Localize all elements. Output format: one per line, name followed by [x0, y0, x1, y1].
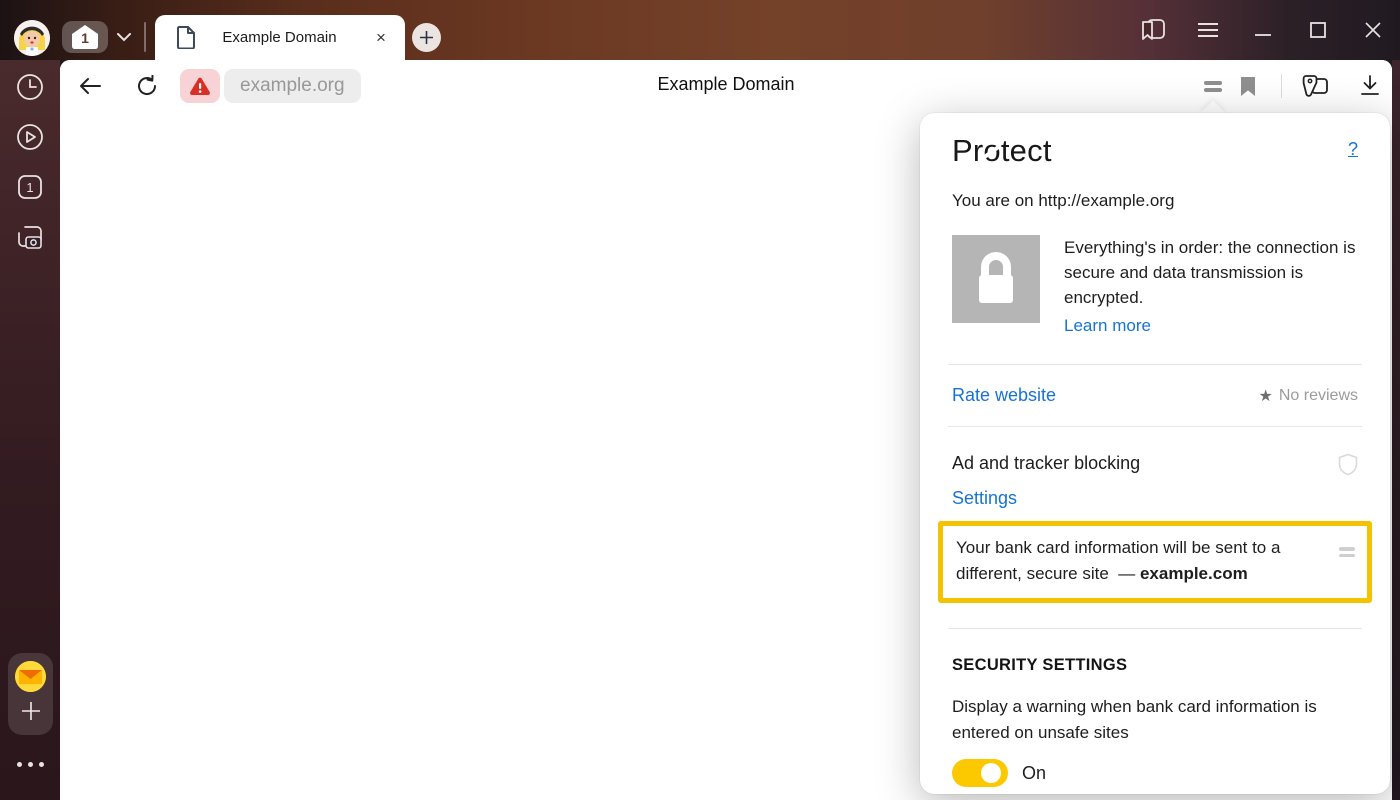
chrome-separator — [144, 22, 146, 52]
dot — [17, 762, 22, 767]
warning-toggle[interactable] — [952, 759, 1008, 787]
navigation-toolbar: example.org Example Domain — [60, 60, 1392, 112]
active-tab[interactable]: Example Domain × — [155, 15, 405, 60]
em-dash: — — [1118, 564, 1135, 583]
pinned-apps-dock — [8, 653, 53, 735]
toggle-state-label: On — [1022, 763, 1046, 784]
warning-triangle-icon — [189, 77, 211, 96]
profile-avatar[interactable] — [14, 20, 50, 56]
screenshot-button[interactable] — [16, 223, 44, 251]
tabs-count-icon: 1 — [17, 174, 43, 200]
dot — [39, 762, 44, 767]
divider — [948, 426, 1362, 427]
tab-close-button[interactable]: × — [367, 24, 395, 52]
connection-status-text: Everything's in order: the connection is… — [1064, 235, 1358, 310]
minimize-icon — [1253, 20, 1273, 40]
tab-list-dropdown[interactable] — [112, 26, 136, 48]
secure-status-tile — [952, 235, 1040, 323]
close-window-button[interactable] — [1345, 0, 1400, 60]
title-bar: 1 Example Domain × — [0, 0, 1400, 60]
learn-more-link[interactable]: Learn more — [1064, 316, 1151, 336]
yandex-mail-icon[interactable] — [15, 661, 46, 692]
browser-menu-button[interactable] — [1180, 0, 1235, 60]
divider — [948, 628, 1362, 629]
chevron-down-icon — [117, 33, 131, 42]
adblock-label: Ad and tracker blocking — [952, 453, 1140, 474]
downloads-button[interactable] — [1354, 70, 1386, 102]
tab-counter[interactable]: 1 — [62, 21, 108, 53]
sidebar-more-button[interactable] — [0, 762, 60, 767]
toggle-knob — [981, 763, 1001, 783]
back-button[interactable] — [74, 70, 106, 102]
screenshot-camera-icon — [16, 224, 44, 250]
browser-window: 1 Example Domain × — [0, 0, 1400, 800]
page-icon — [177, 26, 196, 49]
bank-card-notice-highlight[interactable]: Your bank card information will be sent … — [938, 521, 1372, 603]
current-site-text: You are on http://example.org — [952, 191, 1358, 211]
media-button[interactable] — [16, 123, 44, 151]
toolbar-separator — [1281, 74, 1282, 98]
panel-title: Protect — [952, 133, 1052, 169]
tab-counter-value: 1 — [72, 25, 98, 49]
plus-icon — [21, 701, 41, 721]
reload-icon — [136, 75, 158, 97]
reload-button[interactable] — [131, 70, 163, 102]
lock-icon — [972, 252, 1020, 306]
tab-title: Example Domain — [196, 29, 367, 46]
tabs-panel-button[interactable]: 1 — [16, 173, 44, 201]
sidebar-tab-count: 1 — [26, 180, 33, 195]
warning-setting-description: Display a warning when bank card informa… — [952, 694, 1358, 746]
extensions-tag-icon — [1300, 73, 1330, 99]
history-button[interactable] — [16, 73, 44, 101]
hamburger-menu-icon — [1197, 22, 1219, 38]
close-icon — [1363, 20, 1383, 40]
chrome-right-edge — [1392, 60, 1400, 800]
address-bar-url: example.org — [240, 75, 345, 97]
download-icon — [1360, 75, 1380, 97]
protect-panel: Protect ? You are on http://example.org … — [920, 113, 1390, 794]
maximize-button[interactable] — [1290, 0, 1345, 60]
play-icon — [16, 123, 44, 151]
dot — [28, 762, 33, 767]
bookmark-icon — [1240, 76, 1256, 97]
reviews-count-text: No reviews — [1279, 387, 1358, 405]
security-settings-header: SECURITY SETTINGS — [952, 656, 1358, 675]
protect-logo-o: o — [983, 133, 1000, 169]
toolbar-page-title: Example Domain — [657, 74, 794, 95]
protect-panel-button[interactable] — [1197, 70, 1229, 102]
protect-mini-icon — [1339, 544, 1355, 587]
new-tab-button[interactable] — [412, 23, 441, 52]
maximize-icon — [1308, 20, 1328, 40]
panels-bookmark-icon — [1140, 18, 1166, 42]
clock-icon — [16, 73, 44, 101]
reviews-summary: ★ No reviews — [1259, 386, 1358, 406]
side-panels-button[interactable] — [1125, 0, 1180, 60]
rate-website-link[interactable]: Rate website — [952, 385, 1056, 406]
help-link[interactable]: ? — [1348, 139, 1358, 160]
shield-icon — [1338, 453, 1358, 476]
bank-card-notice-text: Your bank card information will be sent … — [956, 535, 1329, 587]
bookmark-button[interactable] — [1232, 70, 1264, 102]
sidebar: 1 — [0, 60, 60, 800]
protect-icon — [1204, 78, 1222, 95]
star-icon: ★ — [1259, 386, 1273, 406]
extensions-button[interactable] — [1299, 70, 1331, 102]
adblock-settings-link[interactable]: Settings — [952, 488, 1017, 509]
add-app-button[interactable] — [21, 701, 41, 726]
minimize-button[interactable] — [1235, 0, 1290, 60]
site-security-badge[interactable] — [180, 69, 220, 103]
plus-icon — [419, 30, 434, 45]
address-bar[interactable]: example.org — [224, 69, 361, 103]
back-arrow-icon — [78, 77, 102, 95]
bank-domain: example.com — [1140, 564, 1248, 583]
